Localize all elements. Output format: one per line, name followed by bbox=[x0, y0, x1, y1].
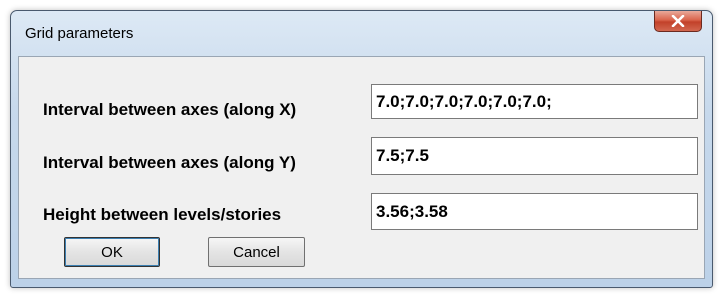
x-interval-input[interactable] bbox=[371, 84, 698, 119]
dialog-content: Interval between axes (along X) Interval… bbox=[18, 56, 705, 279]
story-height-input[interactable] bbox=[371, 193, 698, 230]
title-bar[interactable]: Grid parameters bbox=[11, 11, 712, 57]
x-interval-label: Interval between axes (along X) bbox=[43, 100, 297, 119]
close-button[interactable] bbox=[654, 11, 702, 32]
dialog-window: Grid parameters Interval between axes (a… bbox=[10, 10, 713, 288]
y-interval-label: Interval between axes (along Y) bbox=[43, 153, 296, 172]
story-height-label: Height between levels/stories bbox=[43, 205, 282, 224]
close-icon bbox=[671, 15, 685, 27]
cancel-button[interactable]: Cancel bbox=[208, 237, 305, 267]
y-interval-input[interactable] bbox=[371, 137, 698, 175]
window-title: Grid parameters bbox=[25, 25, 134, 42]
ok-button[interactable]: OK bbox=[64, 237, 160, 267]
